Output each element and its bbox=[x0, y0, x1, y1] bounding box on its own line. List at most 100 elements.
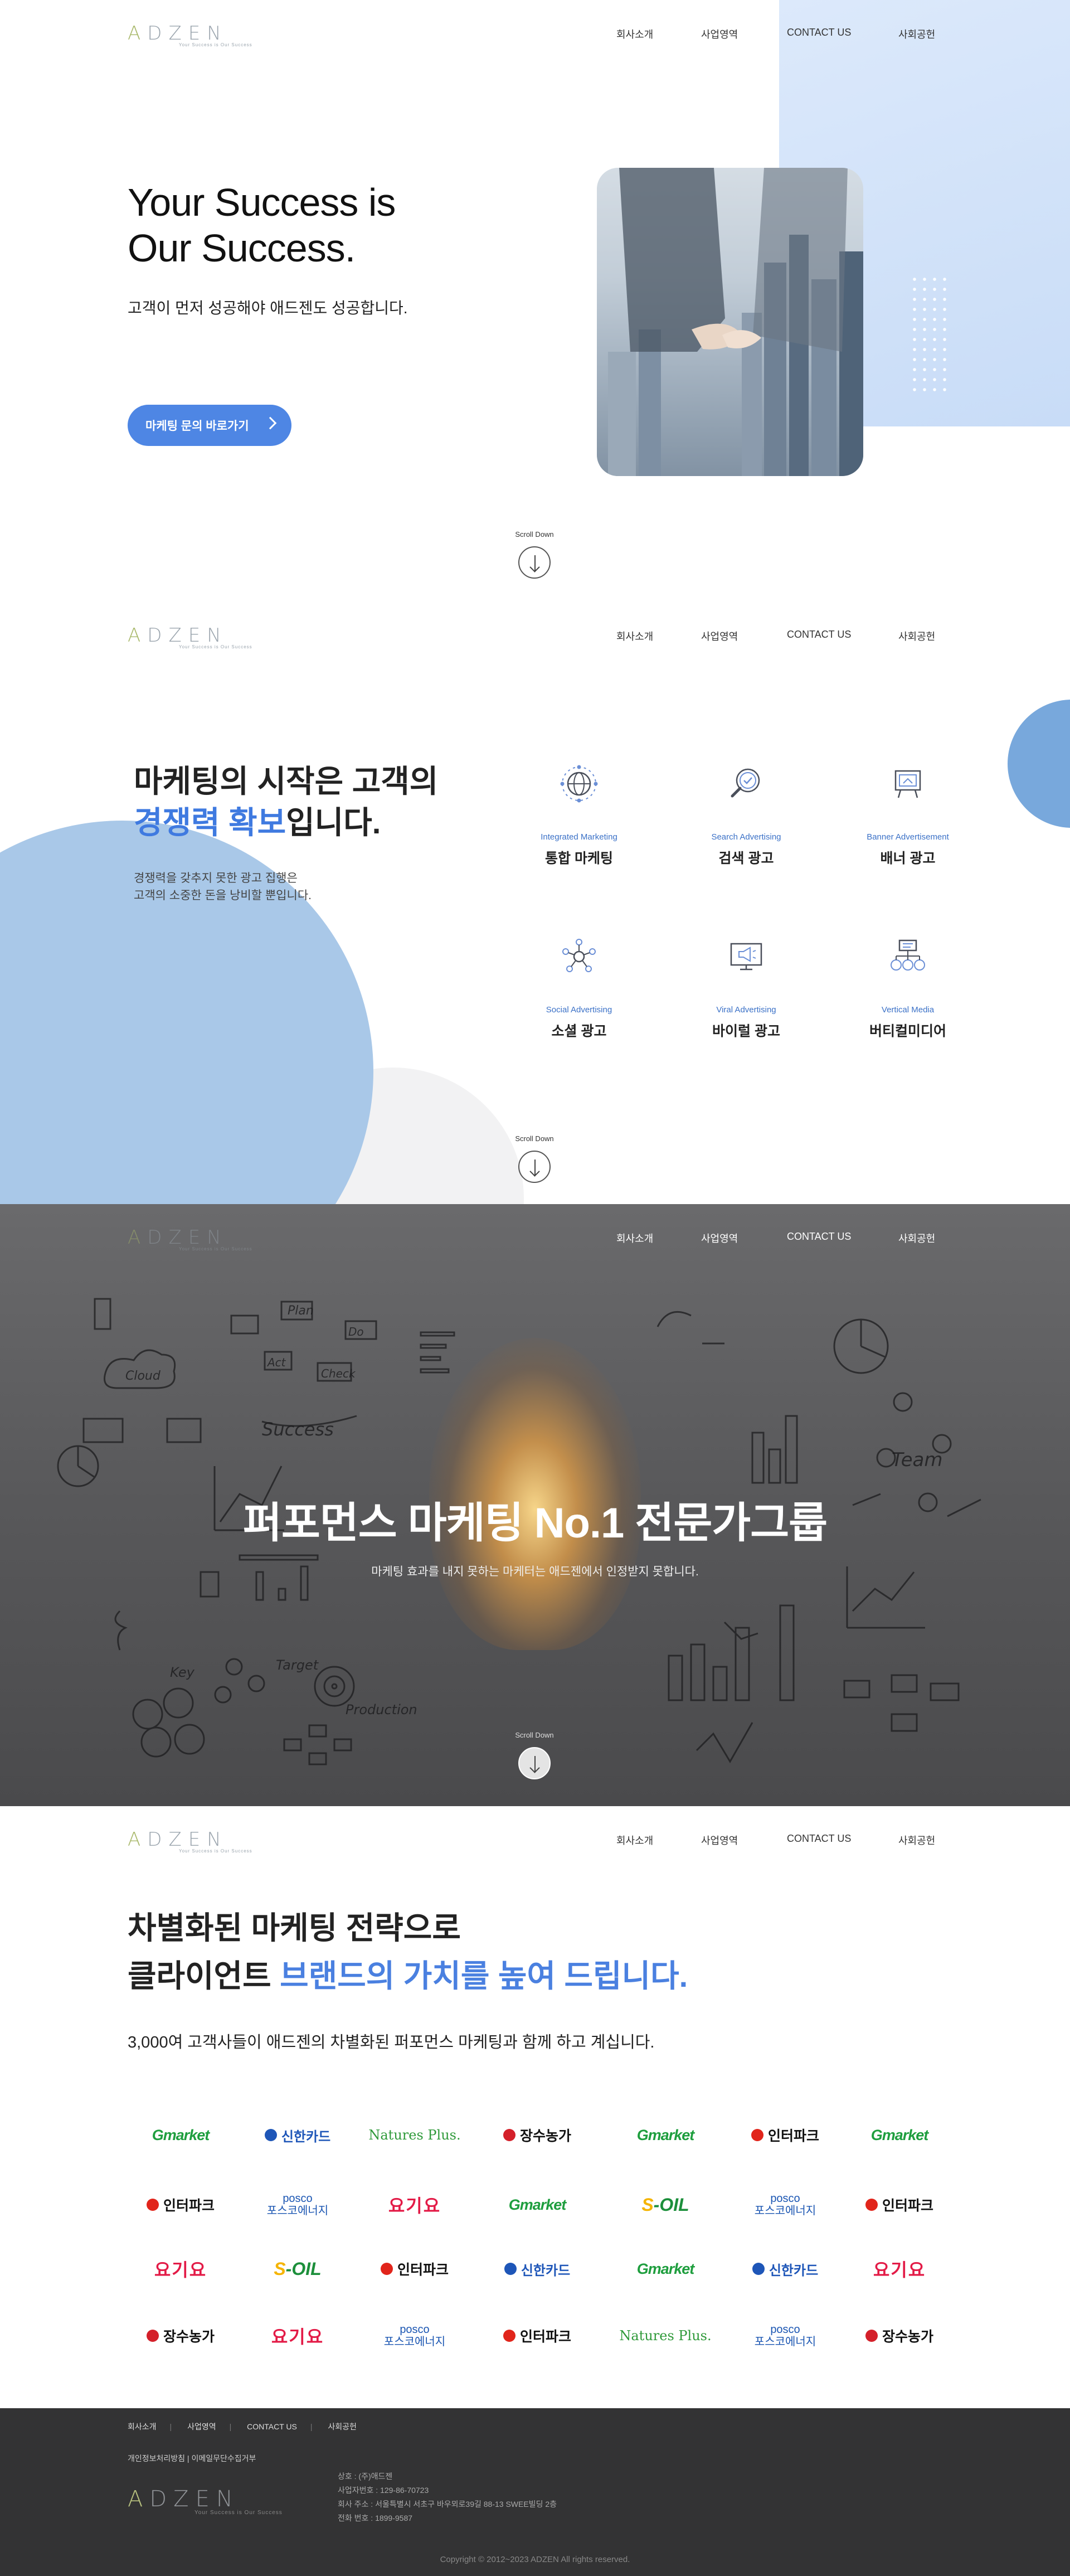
marketing-inquiry-button[interactable]: 마케팅 문의 바로가기 bbox=[128, 405, 291, 446]
footer-link-csr[interactable]: 사회공헌 bbox=[328, 2422, 357, 2431]
posco-energy-logo: posco 포스코에너지 bbox=[362, 2319, 468, 2352]
network-icon bbox=[557, 935, 601, 978]
logo-text: DZEN bbox=[147, 1226, 228, 1249]
footer-links: 회사소개 | 사업영역 | CONTACT US | 사회공헌 bbox=[128, 2422, 357, 2431]
interpark-mark-icon bbox=[503, 2330, 515, 2342]
service-banner-advertisement[interactable]: Banner Advertisement 배너 광고 bbox=[824, 762, 991, 867]
s-oil-s-letter: S bbox=[641, 2194, 654, 2215]
scroll-down-indicator[interactable]: Scroll Down bbox=[501, 1134, 568, 1183]
gmarket-logo: Gmarket bbox=[612, 2118, 718, 2152]
search-check-icon bbox=[724, 762, 768, 806]
nav-csr[interactable]: 사회공헌 bbox=[898, 1833, 935, 1847]
nav-csr[interactable]: 사회공헌 bbox=[898, 629, 935, 643]
nav-business[interactable]: 사업영역 bbox=[701, 1231, 738, 1245]
nav-contact[interactable]: CONTACT US bbox=[787, 1231, 851, 1243]
arrow-down-icon[interactable] bbox=[518, 1747, 551, 1779]
footer-link-contact[interactable]: CONTACT US bbox=[247, 2422, 297, 2431]
nav-csr[interactable]: 사회공헌 bbox=[898, 27, 935, 41]
shinhan-card-mark-icon bbox=[504, 2263, 517, 2275]
logo[interactable]: ADZEN Your Success is Our Success bbox=[128, 624, 252, 649]
logo[interactable]: ADZEN Your Success is Our Success bbox=[128, 1828, 252, 1854]
client-logo-label: 인터파크 bbox=[397, 2262, 449, 2278]
cta-label: 마케팅 문의 바로가기 bbox=[145, 420, 249, 433]
jangsu-nongga-mark-icon bbox=[503, 2129, 515, 2141]
yogiyo-logo: 요기요 bbox=[847, 2252, 952, 2286]
service-en-label: Vertical Media bbox=[881, 1005, 935, 1015]
shinhan-card-mark-icon bbox=[752, 2263, 765, 2275]
scroll-down-indicator[interactable]: Scroll Down bbox=[501, 530, 568, 579]
site-header: ADZEN Your Success is Our Success 회사소개 사… bbox=[0, 602, 1070, 669]
logo-wordmark: ADZEN bbox=[128, 1226, 228, 1249]
service-integrated-marketing[interactable]: Integrated Marketing 통합 마케팅 bbox=[495, 762, 663, 867]
client-logo-label: Natures Plus. bbox=[368, 2127, 461, 2143]
service-search-advertising[interactable]: Search Advertising 검색 광고 bbox=[663, 762, 830, 867]
nav-about[interactable]: 회사소개 bbox=[616, 629, 653, 643]
nav-about[interactable]: 회사소개 bbox=[616, 1833, 653, 1847]
jangsu-nongga-mark-icon bbox=[865, 2330, 878, 2342]
nav-business[interactable]: 사업영역 bbox=[701, 629, 738, 643]
service-vertical-media[interactable]: Vertical Media 버티컬미디어 bbox=[824, 935, 991, 1040]
site-header: ADZEN Your Success is Our Success 회사소개 사… bbox=[0, 1204, 1070, 1271]
service-ko-label: 통합 마케팅 bbox=[545, 851, 613, 866]
nav-contact[interactable]: CONTACT US bbox=[787, 27, 851, 38]
posco-energy-logo: posco 포스코에너지 bbox=[732, 2319, 838, 2352]
logo-text: DZEN bbox=[147, 624, 228, 647]
jangsu-nongga-logo: 장수농가 bbox=[484, 2118, 590, 2152]
arrow-down-icon[interactable] bbox=[518, 546, 551, 579]
nav-contact[interactable]: CONTACT US bbox=[787, 629, 851, 641]
service-social-advertising[interactable]: Social Advertising 소셜 광고 bbox=[495, 935, 663, 1040]
nav-about[interactable]: 회사소개 bbox=[616, 27, 653, 41]
client-logo-label: Natures Plus. bbox=[619, 2328, 712, 2344]
sketch-word-cloud: Cloud bbox=[125, 1369, 161, 1383]
service-ko-label: 배너 광고 bbox=[880, 851, 936, 866]
nav-business[interactable]: 사업영역 bbox=[701, 27, 738, 41]
service-en-label: Banner Advertisement bbox=[867, 832, 949, 842]
service-viral-advertising[interactable]: Viral Advertising 바이럴 광고 bbox=[663, 935, 830, 1040]
nav-csr[interactable]: 사회공헌 bbox=[898, 1231, 935, 1245]
hero-subtitle: 고객이 먼저 성공해야 애드젠도 성공합니다. bbox=[128, 299, 408, 317]
footer-link-about[interactable]: 회사소개 bbox=[128, 2422, 157, 2431]
client-logo-label: Gmarket bbox=[636, 2260, 695, 2277]
sketch-word-key: Key bbox=[170, 1665, 195, 1680]
intro-title-line1: 마케팅의 시작은 고객의 bbox=[134, 764, 439, 799]
footer-link-business[interactable]: 사업영역 bbox=[187, 2422, 216, 2431]
nav-contact[interactable]: CONTACT US bbox=[787, 1833, 851, 1845]
megaphone-screen-icon bbox=[724, 935, 768, 978]
interpark-logo: 인터파크 bbox=[732, 2118, 838, 2152]
nav-about[interactable]: 회사소개 bbox=[616, 1231, 653, 1245]
nav-business[interactable]: 사업영역 bbox=[701, 1833, 738, 1847]
footer-policy-links[interactable]: 개인정보처리방침 | 이메일무단수집거부 bbox=[128, 2453, 256, 2464]
yogiyo-logo: 요기요 bbox=[362, 2188, 468, 2221]
client-logo-label: 신한카드 bbox=[769, 2263, 819, 2278]
posco-energy-label: 포스코에너지 bbox=[754, 2336, 816, 2348]
clients-section: ADZEN Your Success is Our Success 회사소개 사… bbox=[0, 1806, 1070, 2408]
jangsu-nongga-logo: 장수농가 bbox=[128, 2319, 234, 2352]
s-oil-s-letter: S bbox=[274, 2258, 286, 2279]
logo[interactable]: ADZEN Your Success is Our Success bbox=[128, 1226, 252, 1251]
client-logo-label: 장수농가 bbox=[519, 2128, 571, 2144]
footer-company-info: 상호 : (주)애드젠 사업자번호 : 129-86-70723 회사 주소 :… bbox=[338, 2470, 557, 2525]
client-logo-label: 신한카드 bbox=[281, 2129, 331, 2145]
posco-energy-logo: posco 포스코에너지 bbox=[245, 2188, 351, 2221]
footer-logo: ADZEN Your Success is Our Success bbox=[128, 2486, 283, 2516]
footer-address: 회사 주소 : 서울특별시 서초구 바우뫼로39길 88-13 SWEE빌딩 2… bbox=[338, 2500, 557, 2509]
gmarket-logo: Gmarket bbox=[128, 2118, 234, 2152]
interpark-mark-icon bbox=[380, 2263, 393, 2275]
chevron-right-icon bbox=[264, 416, 277, 430]
logo-tagline: Your Success is Our Success bbox=[194, 2510, 283, 2516]
posco-energy-label: 포스코에너지 bbox=[383, 2336, 446, 2348]
posco-energy-logo: posco 포스코에너지 bbox=[732, 2188, 838, 2221]
service-en-label: Social Advertising bbox=[546, 1005, 612, 1015]
scroll-down-indicator[interactable]: Scroll Down bbox=[501, 1731, 568, 1779]
intro-description: 경쟁력을 갖추지 못한 광고 집행은 고객의 소중한 돈을 낭비할 뿐입니다. bbox=[134, 870, 312, 904]
logo[interactable]: ADZEN Your Success is Our Success bbox=[128, 22, 252, 47]
interpark-logo: 인터파크 bbox=[128, 2188, 234, 2221]
client-logo-label: 신한카드 bbox=[521, 2263, 571, 2278]
client-logo-label: Gmarket bbox=[508, 2196, 567, 2213]
client-logo-label: 인터파크 bbox=[163, 2198, 215, 2214]
intro-desc-line1: 경쟁력을 갖추지 못한 광고 집행은 bbox=[134, 872, 298, 885]
interpark-logo: 인터파크 bbox=[484, 2319, 590, 2352]
arrow-down-icon[interactable] bbox=[518, 1151, 551, 1183]
scroll-down-label: Scroll Down bbox=[515, 1134, 554, 1143]
client-logo-label: 인터파크 bbox=[882, 2198, 933, 2214]
